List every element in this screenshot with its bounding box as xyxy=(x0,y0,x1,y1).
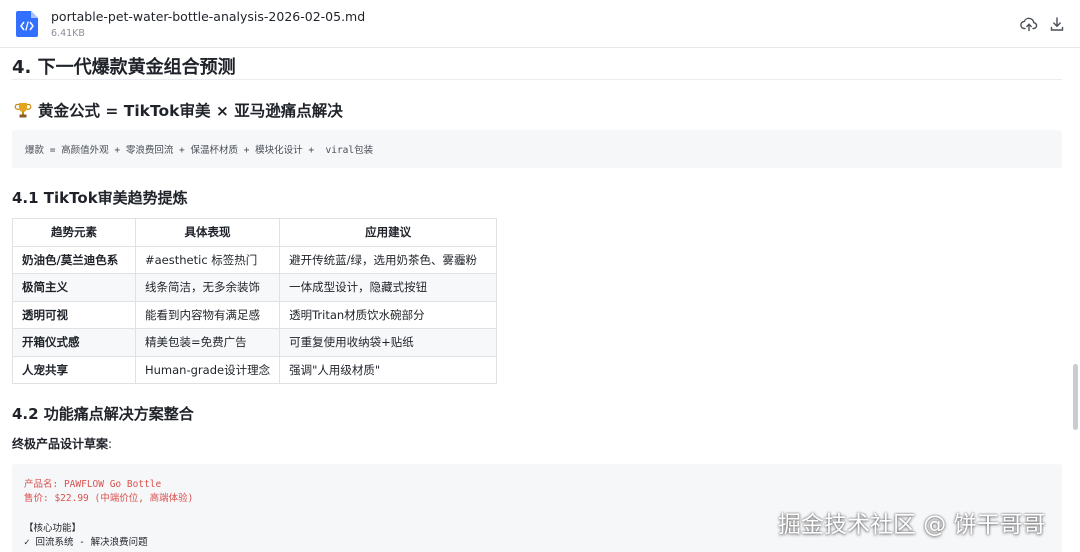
trophy-icon xyxy=(14,103,32,118)
download-icon[interactable] xyxy=(1048,15,1066,33)
table-cell: 线条简洁，无多余装饰 xyxy=(134,273,281,302)
design-draft-label: 终极产品设计草案 xyxy=(12,437,109,451)
file-header: portable-pet-water-bottle-analysis-2026-… xyxy=(0,0,1080,48)
table-row: 人宠共享 Human-grade设计理念 强调"人用级材质" xyxy=(12,355,498,384)
section-heading-4-2: 4.2 功能痛点解决方案整合 xyxy=(12,405,194,423)
table-cell: 人宠共享 xyxy=(12,355,136,384)
watermark: 掘金技术社区 @ 饼干哥哥 xyxy=(778,512,1046,538)
table-cell: 奶油色/莫兰迪色系 xyxy=(12,245,136,274)
file-size: 6.41KB xyxy=(51,28,85,39)
table-header-cell: 趋势元素 xyxy=(12,218,136,247)
design-draft-paragraph: 终极产品设计草案: xyxy=(12,435,112,452)
formula-code-block: 爆款 = 高颜值外观 + 零浪费回流 + 保温杯材质 + 模块化设计 + vir… xyxy=(12,130,1062,168)
cloud-upload-icon[interactable] xyxy=(1020,15,1038,33)
table-cell: 能看到内容物有满足感 xyxy=(134,300,281,329)
section-heading-4: 4. 下一代爆款黄金组合预测 xyxy=(12,57,236,78)
table-row: 透明可视 能看到内容物有满足感 透明Tritan材质饮水碗部分 xyxy=(12,300,498,329)
table-row: 开箱仪式感 精美包装=免费广告 可重复使用收纳袋+贴纸 xyxy=(12,328,498,357)
vertical-scrollbar[interactable] xyxy=(1073,364,1078,430)
table-cell: 开箱仪式感 xyxy=(12,328,136,357)
table-cell: 一体成型设计，隐藏式按钮 xyxy=(279,273,498,302)
table-header-cell: 应用建议 xyxy=(279,218,498,247)
design-draft-colon: : xyxy=(108,437,113,451)
code-line-price: 售价: $22.99 (中端价位, 高端体验) xyxy=(24,493,194,504)
table-cell: 可重复使用收纳袋+贴纸 xyxy=(279,328,498,357)
table-cell: 强调"人用级材质" xyxy=(279,355,498,384)
table-header-row: 趋势元素 具体表现 应用建议 xyxy=(12,218,498,247)
code-file-icon xyxy=(16,11,38,37)
code-line-core-features: 【核心功能】 xyxy=(24,523,82,534)
table-cell: 避开传统蓝/绿，选用奶茶色、雾霾粉 xyxy=(279,245,498,274)
file-name: portable-pet-water-bottle-analysis-2026-… xyxy=(51,9,366,24)
table-cell: 极简主义 xyxy=(12,273,136,302)
code-line-feature-1: ✓ 回流系统 - 解决浪费问题 xyxy=(24,537,148,548)
markdown-content: 4. 下一代爆款黄金组合预测 黄金公式 = TikTok审美 × 亚马逊痛点解决… xyxy=(0,48,1080,552)
table-cell: 透明Tritan材质饮水碗部分 xyxy=(279,300,498,329)
table-cell: #aesthetic 标签热门 xyxy=(134,245,281,274)
table-row: 极简主义 线条简洁，无多余装饰 一体成型设计，隐藏式按钮 xyxy=(12,273,498,302)
table-header-cell: 具体表现 xyxy=(134,218,281,247)
table-cell: 精美包装=免费广告 xyxy=(134,328,281,357)
trend-table: 趋势元素 具体表现 应用建议 奶油色/莫兰迪色系 #aesthetic 标签热门… xyxy=(12,218,498,384)
table-cell: Human-grade设计理念 xyxy=(134,355,281,384)
formula-heading: 黄金公式 = TikTok审美 × 亚马逊痛点解决 xyxy=(14,99,343,121)
formula-heading-text: 黄金公式 = TikTok审美 × 亚马逊痛点解决 xyxy=(38,102,343,120)
heading-divider xyxy=(12,79,1062,80)
section-heading-4-1: 4.1 TikTok审美趋势提炼 xyxy=(12,189,188,207)
table-cell: 透明可视 xyxy=(12,300,136,329)
table-row: 奶油色/莫兰迪色系 #aesthetic 标签热门 避开传统蓝/绿，选用奶茶色、… xyxy=(12,245,498,274)
formula-code: 爆款 = 高颜值外观 + 零浪费回流 + 保温杯材质 + 模块化设计 + vir… xyxy=(25,145,374,156)
code-line-product-name: 产品名: PAWFLOW Go Bottle xyxy=(24,479,162,490)
